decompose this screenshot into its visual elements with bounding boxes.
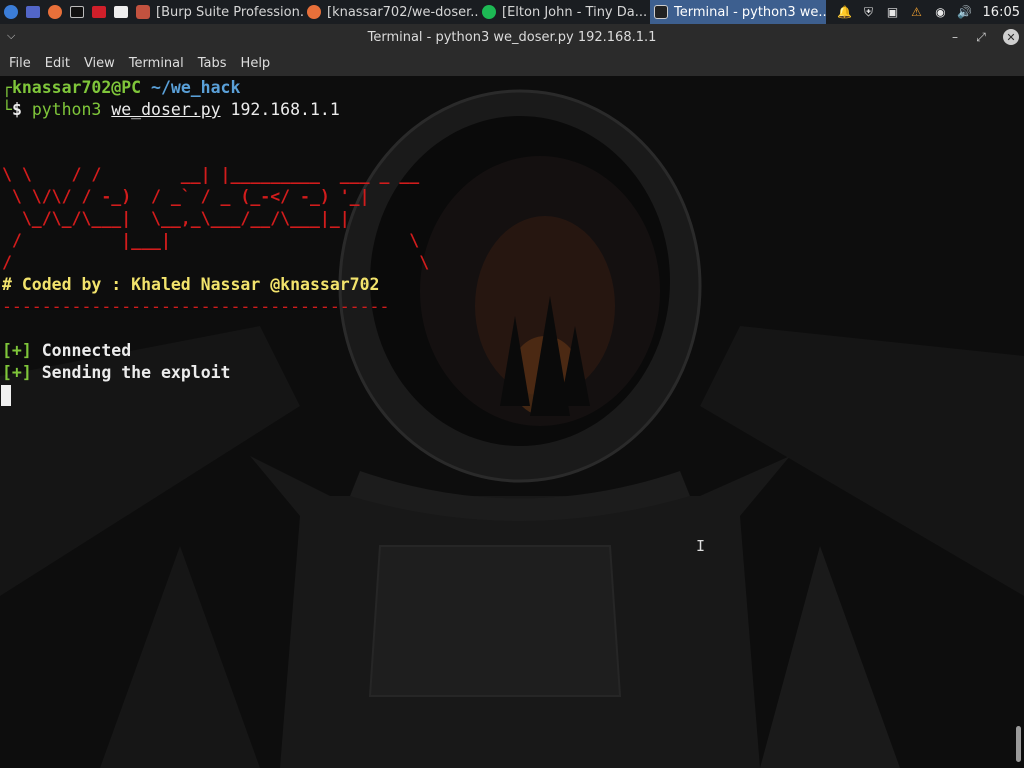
- terminal-icon: [654, 5, 668, 19]
- warning-icon[interactable]: ⚠: [909, 4, 925, 20]
- task-burp-suite[interactable]: [Burp Suite Profession...: [132, 0, 303, 24]
- terminal-output: ┌knassar702@PC ~/we_hack └$ python3 we_d…: [0, 76, 1010, 768]
- menu-edit[interactable]: Edit: [38, 56, 77, 71]
- app-menu-icon[interactable]: [0, 0, 22, 24]
- prompt-path: ~/we_hack: [151, 78, 241, 97]
- network-icon[interactable]: ◉: [933, 4, 949, 20]
- task-label: [knassar702/we-doser...: [327, 4, 478, 20]
- system-tray: 🔔 ⛨ ▣ ⚠ ◉ 🔊 16:05: [833, 0, 1024, 24]
- status-line: [+] Connected: [2, 340, 131, 362]
- menu-view[interactable]: View: [77, 56, 122, 71]
- window-titlebar[interactable]: ⌵ Terminal - python3 we_doser.py 192.168…: [0, 24, 1024, 51]
- firefox-launcher-icon[interactable]: [44, 0, 66, 24]
- task-label: Terminal - python3 we...: [674, 4, 826, 20]
- task-label: [Burp Suite Profession...: [156, 4, 303, 20]
- command-script: we_doser.py: [111, 100, 221, 119]
- burp-icon: [136, 5, 150, 19]
- prompt-symbol: $: [11, 100, 22, 119]
- screenshot-launcher-icon[interactable]: [88, 0, 110, 24]
- terminal-cursor: [1, 385, 11, 406]
- terminal-launcher-icon[interactable]: [66, 0, 88, 24]
- status-text: Sending the exploit: [41, 363, 231, 382]
- ascii-banner: \ \ / / __| |_________ ___ _ __ \ \/\/ /…: [2, 165, 430, 272]
- task-firefox[interactable]: [knassar702/we-doser...: [303, 0, 478, 24]
- window-menu-chevron-icon[interactable]: ⌵: [7, 29, 15, 43]
- menu-terminal[interactable]: Terminal: [122, 56, 191, 71]
- scrollbar-thumb[interactable]: [1016, 726, 1021, 762]
- notification-bell-icon[interactable]: 🔔: [837, 4, 853, 20]
- task-terminal[interactable]: Terminal - python3 we...: [650, 0, 826, 24]
- maximize-icon[interactable]: ⤢: [972, 28, 990, 46]
- text-ibeam-cursor-icon: I: [696, 537, 706, 555]
- window-title: Terminal - python3 we_doser.py 192.168.1…: [367, 30, 657, 45]
- top-panel: [Burp Suite Profession... [knassar702/we…: [0, 0, 1024, 24]
- task-label: [Elton John - Tiny Da...: [502, 4, 648, 20]
- separator-line: ---------------------------------------: [2, 297, 390, 316]
- status-text: Connected: [41, 341, 132, 360]
- menu-tabs[interactable]: Tabs: [191, 56, 234, 71]
- prompt-user: knassar702@PC: [11, 78, 142, 97]
- menu-help[interactable]: Help: [234, 56, 278, 71]
- prompt-line-1: ┌knassar702@PC ~/we_hack: [2, 78, 241, 97]
- command-name: python3: [31, 100, 102, 119]
- chat-app-icon[interactable]: ▣: [885, 4, 901, 20]
- security-shield-icon[interactable]: ⛨: [861, 4, 877, 20]
- clock[interactable]: 16:05: [983, 5, 1020, 20]
- menubar: File Edit View Terminal Tabs Help: [0, 51, 1024, 76]
- minimize-icon[interactable]: –: [946, 28, 964, 46]
- prompt-line-2: └$ python3 we_doser.py 192.168.1.1: [2, 100, 340, 119]
- show-desktop-icon[interactable]: [22, 0, 44, 24]
- task-spotify[interactable]: [Elton John - Tiny Da...: [478, 0, 650, 24]
- firefox-icon: [307, 5, 321, 19]
- volume-icon[interactable]: 🔊: [957, 4, 973, 20]
- spotify-icon: [482, 5, 496, 19]
- close-icon[interactable]: ✕: [1003, 29, 1019, 45]
- files-launcher-icon[interactable]: [110, 0, 132, 24]
- terminal-view[interactable]: ┌knassar702@PC ~/we_hack └$ python3 we_d…: [0, 76, 1024, 768]
- status-marker: [+]: [2, 363, 32, 382]
- menu-file[interactable]: File: [2, 56, 38, 71]
- status-marker: [+]: [2, 341, 32, 360]
- command-argument: 192.168.1.1: [230, 100, 340, 119]
- terminal-scrollbar[interactable]: [1012, 76, 1024, 768]
- status-line: [+] Sending the exploit: [2, 362, 231, 384]
- credit-line: # Coded by : Khaled Nassar @knassar702: [2, 275, 380, 294]
